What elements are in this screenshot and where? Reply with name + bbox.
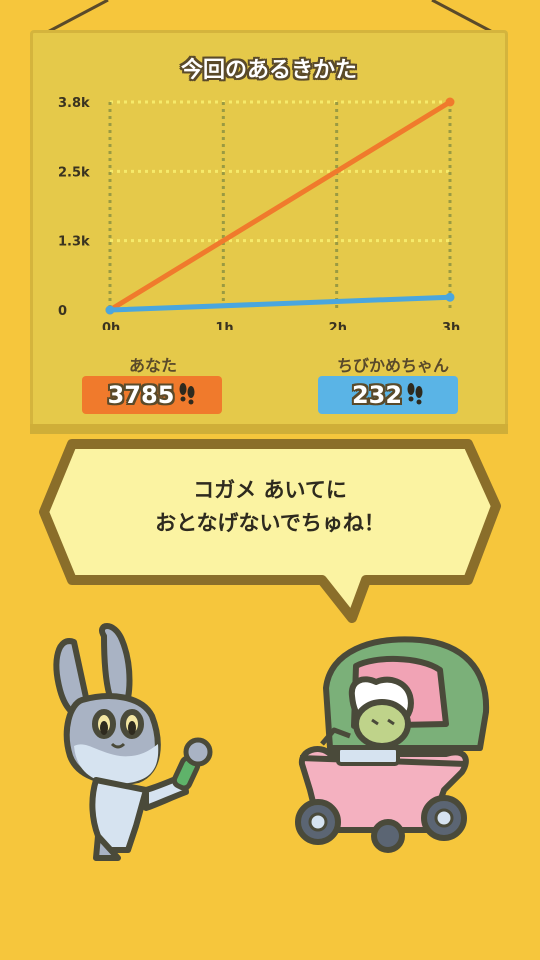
rabbit-character (53, 623, 189, 861)
characters-layer (53, 623, 490, 861)
turtle-stroller-character (295, 636, 490, 853)
microphone-icon (171, 737, 213, 791)
